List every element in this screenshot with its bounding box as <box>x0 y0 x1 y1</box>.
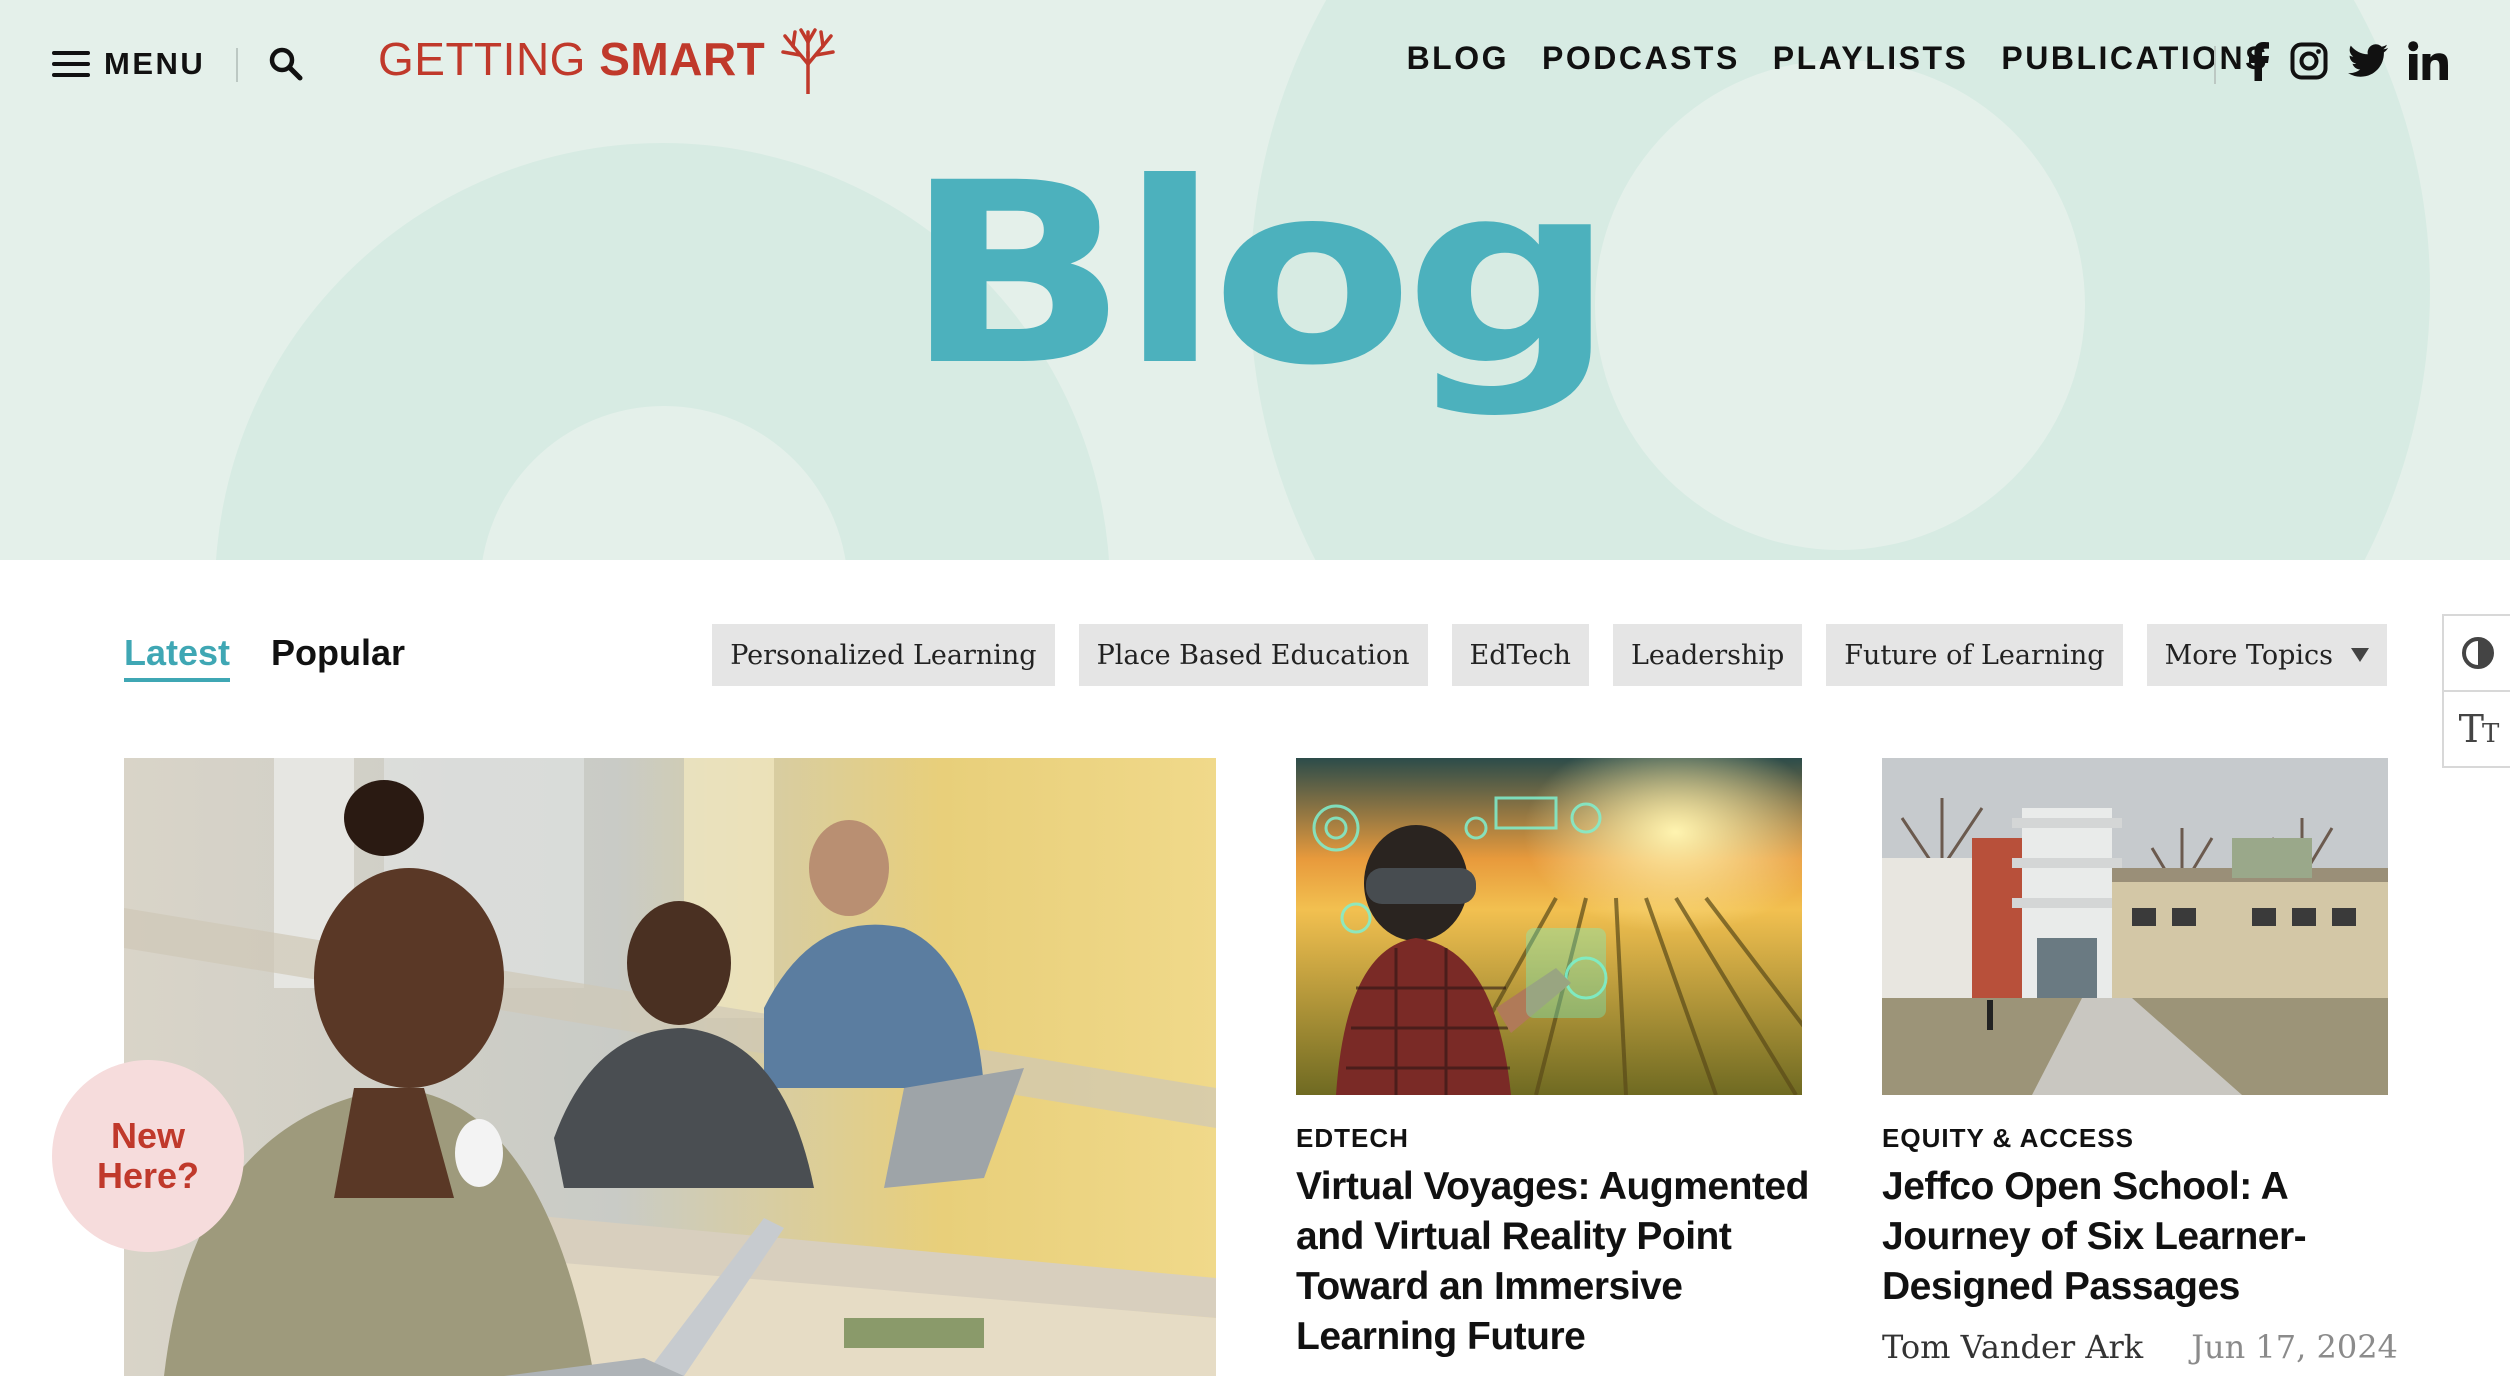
topic-place-based-education[interactable]: Place Based Education <box>1078 624 1428 686</box>
more-topics-dropdown[interactable]: More Topics <box>2146 624 2387 686</box>
page-title: Blog <box>903 129 1615 420</box>
text-size-icon: TT <box>2458 707 2500 751</box>
post-category-equity-access[interactable]: Equity & Access <box>1882 1123 2134 1154</box>
post-meta: Tom Vander Ark Jun 17, 2024 <box>1882 1328 2398 1366</box>
menu-button[interactable]: MENU <box>52 44 205 84</box>
twitter-icon[interactable] <box>2348 40 2388 82</box>
contrast-icon <box>2462 637 2494 669</box>
post-author[interactable]: Tom Vander Ark <box>1882 1328 2143 1366</box>
linkedin-icon[interactable] <box>2408 40 2448 82</box>
topic-personalized-learning[interactable]: Personalized Learning <box>712 624 1055 686</box>
logo-wordmark: GETTING SMART <box>378 33 766 85</box>
text-size-toggle[interactable]: TT <box>2444 690 2510 766</box>
header-divider-social <box>2214 46 2216 84</box>
social-links <box>2248 40 2448 82</box>
site-header: MENU GETTING SMART BLOG PODCASTS PLAYLIS… <box>0 0 2510 130</box>
post-title-virtual-voyages[interactable]: Virtual Voyages: Augmented and Virtual R… <box>1296 1162 1826 1362</box>
topic-filters: Personalized Learning Place Based Educat… <box>712 624 2387 686</box>
topic-future-of-learning[interactable]: Future of Learning <box>1826 624 2123 686</box>
more-topics-label: More Topics <box>2164 639 2333 671</box>
featured-post-image[interactable] <box>124 758 1216 1376</box>
new-here-label: New Here? <box>96 1115 200 1196</box>
contrast-toggle[interactable] <box>2444 616 2510 690</box>
hamburger-icon <box>52 51 90 77</box>
header-divider <box>236 48 238 82</box>
accessibility-tools: TT <box>2442 614 2510 768</box>
main-nav: BLOG PODCASTS PLAYLISTS PUBLICATIONS <box>1407 40 2269 77</box>
chevron-down-icon <box>2351 648 2369 662</box>
post-date: Jun 17, 2024 <box>2191 1328 2398 1366</box>
post-image-jeffco-open-school[interactable] <box>1882 758 2388 1095</box>
topic-edtech[interactable]: EdTech <box>1451 624 1589 686</box>
nav-playlists[interactable]: PLAYLISTS <box>1773 40 1969 77</box>
nav-podcasts[interactable]: PODCASTS <box>1542 40 1740 77</box>
menu-label: MENU <box>104 46 206 81</box>
instagram-icon[interactable] <box>2290 40 2328 82</box>
nav-blog[interactable]: BLOG <box>1407 40 1509 77</box>
post-image-virtual-voyages[interactable] <box>1296 758 1802 1095</box>
tab-latest[interactable]: Latest <box>124 632 231 682</box>
tree-logo-icon <box>781 28 836 94</box>
topic-leadership[interactable]: Leadership <box>1612 624 1803 686</box>
post-category-edtech[interactable]: EdTech <box>1296 1123 1409 1154</box>
tab-popular[interactable]: Popular <box>271 632 405 674</box>
nav-publications[interactable]: PUBLICATIONS <box>2001 40 2269 77</box>
post-title-jeffco-open-school[interactable]: Jeffco Open School: A Journey of Six Lea… <box>1882 1162 2382 1312</box>
search-icon[interactable] <box>268 46 304 82</box>
new-here-button[interactable]: New Here? <box>52 1060 244 1252</box>
site-logo[interactable]: GETTING SMART <box>378 24 837 94</box>
facebook-icon[interactable] <box>2248 40 2270 82</box>
